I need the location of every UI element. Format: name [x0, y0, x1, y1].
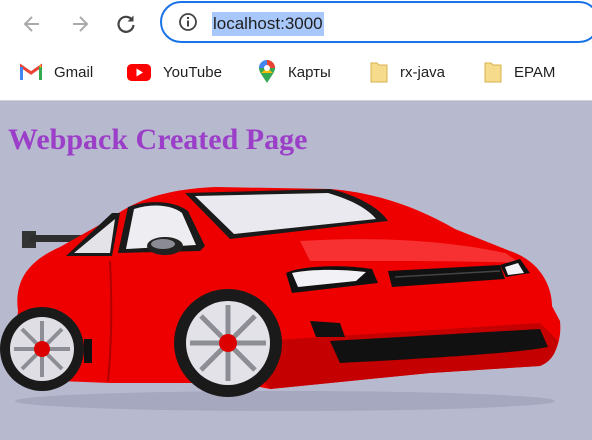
page-heading: Webpack Created Page — [8, 123, 308, 156]
folder-icon — [370, 62, 388, 83]
browser-toolbar: localhost:3000 Gmail YouTube Карты rx-ja… — [0, 0, 592, 101]
url-text[interactable]: localhost:3000 — [212, 12, 324, 36]
folder-icon — [484, 62, 502, 83]
bookmark-label: YouTube — [163, 63, 222, 81]
maps-icon — [259, 60, 275, 83]
youtube-icon — [127, 63, 151, 81]
bookmark-label: Gmail — [54, 63, 94, 81]
back-button[interactable] — [16, 8, 48, 40]
page-content: Webpack Created Page — [0, 101, 592, 440]
arrow-right-icon — [73, 16, 89, 32]
bookmark-youtube[interactable]: YouTube — [127, 58, 222, 86]
bookmarks-bar: Gmail YouTube Карты rx-java EPAM — [0, 54, 592, 90]
gmail-icon — [20, 63, 42, 80]
reload-icon — [117, 15, 135, 33]
bookmark-label: rx-java — [400, 63, 446, 81]
info-icon[interactable] — [178, 12, 198, 32]
reload-button[interactable] — [110, 8, 142, 40]
bookmark-rx-java[interactable]: rx-java — [370, 58, 445, 86]
bookmark-gmail[interactable]: Gmail — [20, 58, 93, 86]
forward-button[interactable] — [64, 8, 96, 40]
arrow-left-icon — [23, 16, 39, 32]
address-bar[interactable]: localhost:3000 — [160, 1, 592, 43]
bookmark-maps[interactable]: Карты — [258, 58, 331, 86]
bookmark-label: EPAM — [514, 63, 556, 81]
bookmark-label: Карты — [288, 63, 331, 81]
bookmark-epam[interactable]: EPAM — [484, 58, 555, 86]
